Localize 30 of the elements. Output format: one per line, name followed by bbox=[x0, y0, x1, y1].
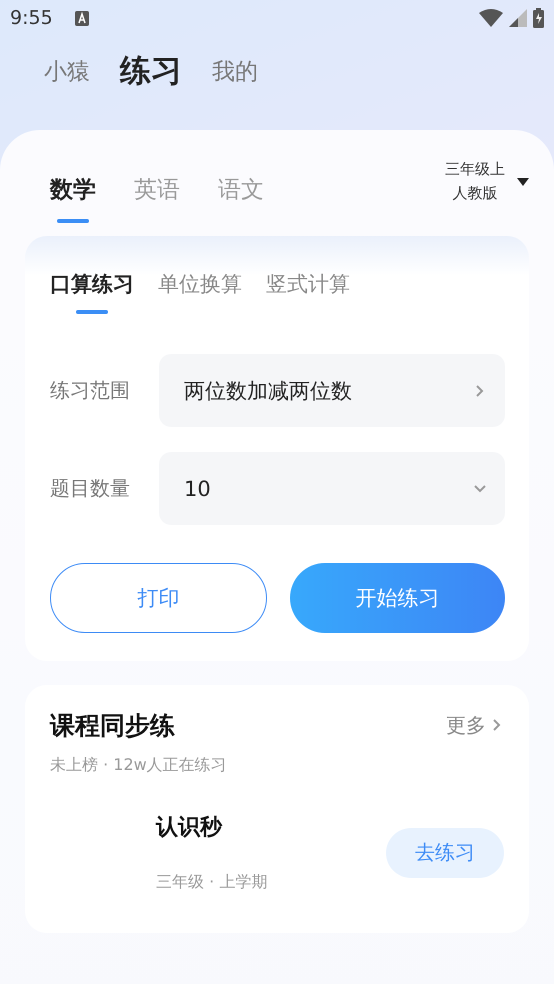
signal-icon bbox=[509, 9, 527, 27]
field-label: 练习范围 bbox=[50, 377, 131, 404]
tab-indicator bbox=[57, 219, 89, 223]
print-button[interactable]: 打印 bbox=[50, 563, 267, 633]
start-button[interactable]: 开始练习 bbox=[290, 563, 505, 633]
keyboard-icon bbox=[74, 10, 89, 26]
subject-tab[interactable]: 语文 bbox=[218, 174, 264, 205]
lesson-title: 认识秒 bbox=[156, 814, 224, 842]
battery-icon bbox=[533, 8, 544, 28]
lesson-meta: 三年级 · 上学期 bbox=[156, 872, 268, 893]
field-label: 题目数量 bbox=[50, 475, 131, 502]
section-subtitle: 未上榜 · 12w人正在练习 bbox=[50, 755, 228, 776]
practice-tab[interactable]: 竖式计算 bbox=[266, 270, 350, 298]
top-tab[interactable]: 我的 bbox=[212, 56, 258, 86]
status-time: 9:55 bbox=[10, 7, 53, 29]
wifi-icon bbox=[479, 9, 503, 27]
range-selector[interactable]: 两位数加减两位数 bbox=[159, 354, 505, 427]
practice-button[interactable]: 去练习 bbox=[386, 828, 504, 878]
top-tab[interactable]: 小猿 bbox=[44, 56, 90, 86]
subject-tab[interactable]: 英语 bbox=[134, 174, 180, 205]
section-title: 课程同步练 bbox=[50, 710, 175, 742]
grade-selector[interactable]: 三年级上 人教版 bbox=[445, 158, 529, 206]
subject-tab[interactable]: 数学 bbox=[50, 174, 96, 205]
dropdown-caret-icon bbox=[517, 178, 529, 186]
count-dropdown[interactable]: 10 bbox=[159, 452, 505, 525]
more-link[interactable]: 更多 bbox=[446, 712, 504, 738]
practice-tab[interactable]: 口算练习 bbox=[50, 270, 134, 298]
top-tab[interactable]: 练习 bbox=[120, 50, 182, 92]
tab-indicator bbox=[76, 310, 108, 314]
practice-tab[interactable]: 单位换算 bbox=[158, 270, 242, 298]
